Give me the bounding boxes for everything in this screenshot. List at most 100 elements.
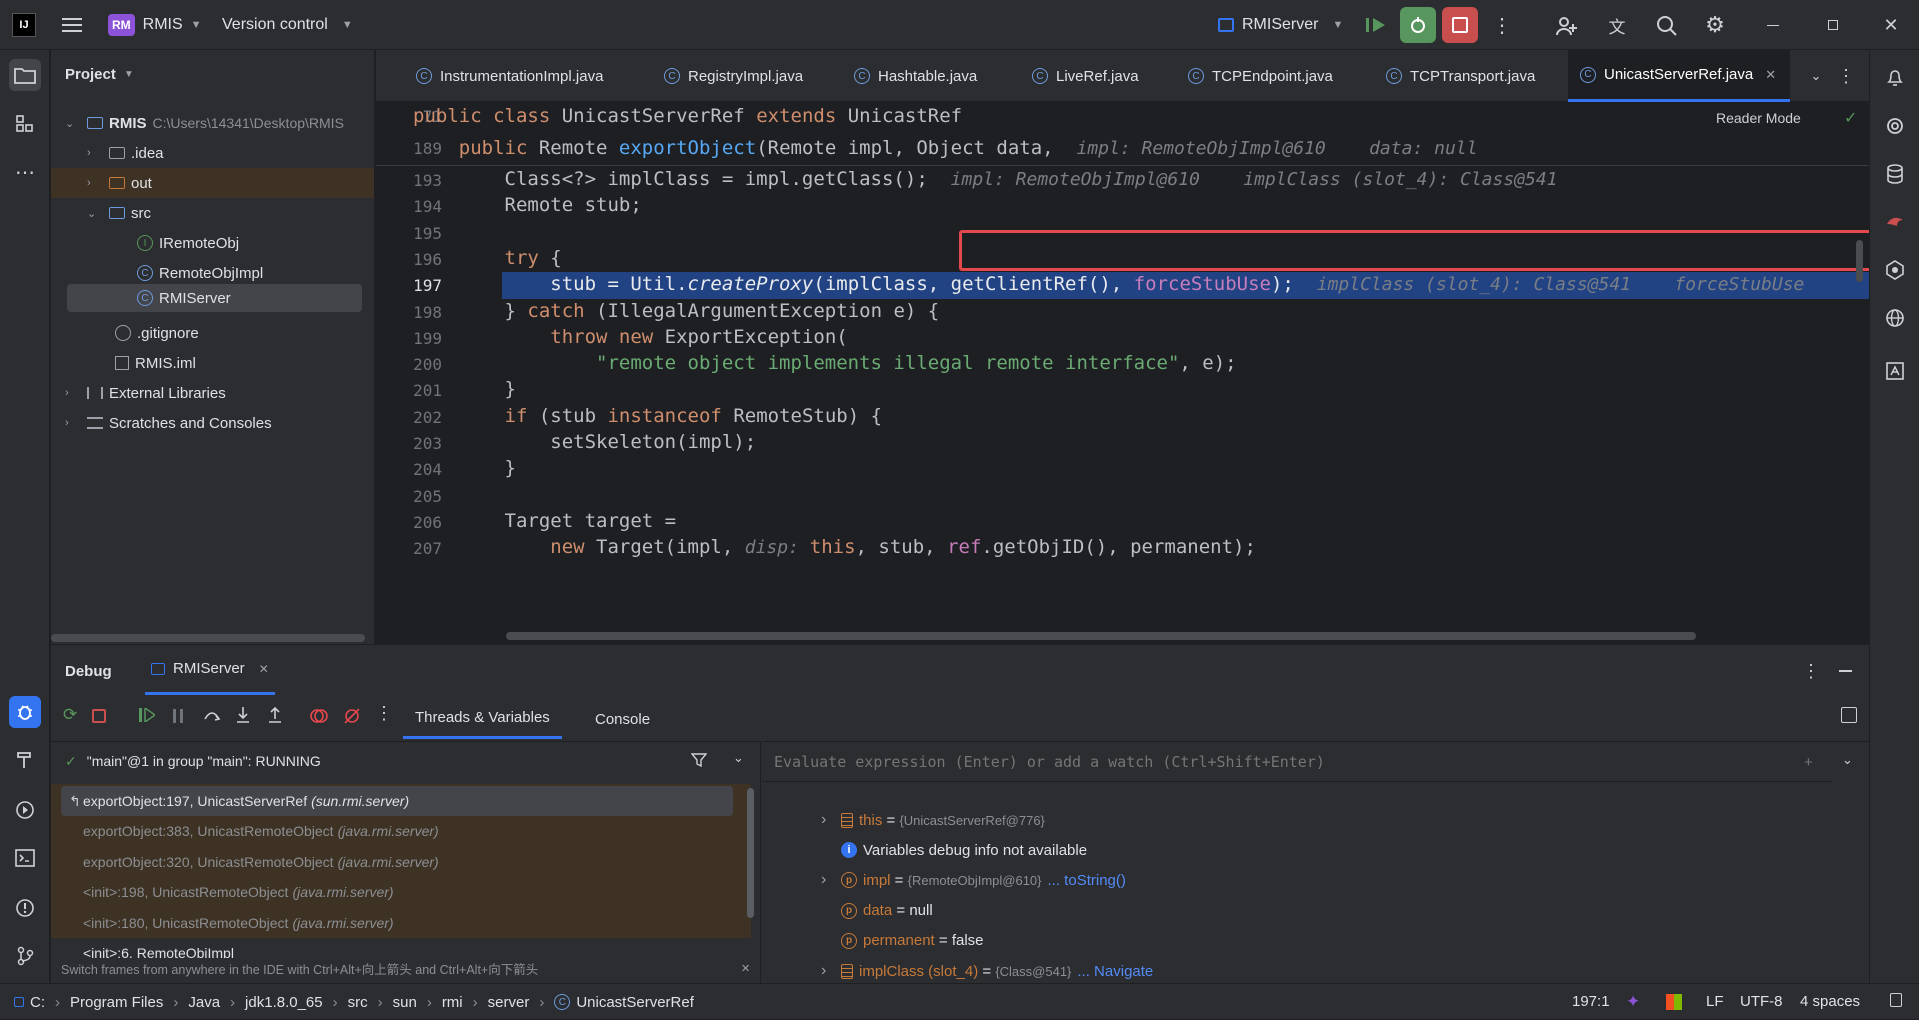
tab-unicastserverref[interactable]: C UnicastServerRef.java ✕: [1568, 50, 1790, 102]
close-tab-icon[interactable]: ✕: [1765, 67, 1776, 83]
tree-item-idea[interactable]: › .idea: [51, 138, 374, 168]
breadcrumb-item[interactable]: UnicastServerRef: [576, 994, 694, 1011]
restore-icon[interactable]: [1820, 12, 1846, 38]
plugin-hexagon-icon[interactable]: [1879, 254, 1911, 286]
tabs-more-icon[interactable]: ⋮: [1836, 64, 1856, 88]
layout-settings-icon[interactable]: [1841, 707, 1857, 723]
filter-icon[interactable]: [691, 752, 707, 768]
stack-frame[interactable]: ↰ exportObject:197, UnicastServerRef (sun…: [61, 786, 733, 816]
tab-tcpendpoint[interactable]: C TCPEndpoint.java: [1176, 50, 1345, 102]
breadcrumb-item[interactable]: Program Files: [70, 994, 163, 1011]
breadcrumb-item[interactable]: jdk1.8.0_65: [245, 994, 323, 1011]
intellij-logo-icon[interactable]: IJ: [12, 13, 36, 37]
debug-bug-icon[interactable]: [9, 696, 41, 728]
lock-icon[interactable]: [1890, 993, 1902, 1007]
evaluate-expression-input[interactable]: [762, 742, 1832, 782]
tree-item-iremoteobj[interactable]: I IRemoteObj: [51, 228, 374, 258]
hide-panel-icon[interactable]: [1835, 659, 1855, 683]
structure-icon[interactable]: [9, 108, 41, 140]
editor-horizontal-scrollbar[interactable]: [506, 632, 1696, 640]
caret-position[interactable]: 197:1: [1572, 993, 1610, 1010]
chevron-right-icon[interactable]: ›: [821, 962, 835, 980]
windows-logo-icon[interactable]: [1666, 994, 1682, 1010]
run-config-selector[interactable]: RMIServer ▼: [1218, 0, 1343, 50]
view-breakpoints-icon[interactable]: [310, 707, 328, 725]
search-icon[interactable]: [1654, 13, 1680, 39]
tree-item-out[interactable]: › out: [51, 168, 374, 198]
translate-icon[interactable]: 文: [1604, 12, 1630, 38]
mute-breakpoints-icon[interactable]: [343, 707, 361, 725]
reader-mode-button[interactable]: Reader Mode: [1716, 110, 1801, 126]
variable-row[interactable]: i Variables debug info not available: [821, 835, 1087, 865]
variable-row[interactable]: › implClass (slot_4) = {Class@541} ... Nav…: [821, 956, 1153, 986]
tab-registryimpl[interactable]: C RegistryImpl.java: [652, 50, 815, 102]
variable-row[interactable]: p permanent = false: [821, 926, 984, 956]
project-switcher[interactable]: RM RMIS ▼: [108, 0, 202, 50]
tree-item-scratches[interactable]: › Scratches and Consoles: [51, 408, 374, 438]
tab-threads-variables[interactable]: Threads & Variables: [403, 699, 562, 739]
resume-program-icon[interactable]: [139, 708, 155, 722]
main-menu-icon[interactable]: [60, 13, 84, 37]
stack-frame[interactable]: exportObject:320, UnicastRemoteObject (j…: [61, 847, 733, 877]
tree-item-rmiserver[interactable]: C RMIServer: [67, 284, 362, 312]
thread-selector[interactable]: ✓ "main"@1 in group "main": RUNNING: [65, 746, 321, 776]
frames-scrollbar[interactable]: [747, 788, 754, 918]
close-hint-icon[interactable]: ✕: [741, 962, 750, 975]
indent-setting[interactable]: 4 spaces: [1800, 993, 1860, 1010]
tabs-dropdown-icon[interactable]: ⌄: [1806, 66, 1826, 86]
chevron-right-icon[interactable]: ›: [821, 811, 835, 829]
debug-session-tab[interactable]: RMIServer ✕: [145, 645, 275, 695]
notifications-bell-icon[interactable]: [1879, 61, 1911, 93]
step-into-icon[interactable]: [235, 706, 251, 724]
close-session-icon[interactable]: ✕: [259, 662, 269, 676]
add-watch-icon[interactable]: +: [1804, 754, 1813, 771]
version-control-menu[interactable]: Version control ▼: [222, 0, 353, 50]
variable-link[interactable]: ... Navigate: [1077, 963, 1153, 980]
tree-item-rmis-iml[interactable]: RMIS.iml: [51, 348, 374, 378]
project-folder-icon[interactable]: [9, 59, 41, 91]
terminal-icon[interactable]: [9, 842, 41, 874]
services-icon[interactable]: [9, 794, 41, 826]
resume-icon[interactable]: [1362, 11, 1390, 39]
line-separator[interactable]: LF: [1706, 993, 1724, 1010]
debug-rerun-icon[interactable]: [1400, 7, 1436, 43]
tab-console[interactable]: Console: [583, 699, 662, 739]
chevron-right-icon[interactable]: ›: [821, 871, 835, 889]
git-branch-icon[interactable]: [9, 940, 41, 972]
plugin-status-icon[interactable]: ✦: [1626, 992, 1640, 1012]
close-window-icon[interactable]: ✕: [1878, 12, 1904, 38]
build-hammer-icon[interactable]: [9, 744, 41, 776]
variable-row[interactable]: › p impl = {RemoteObjImpl@610} ... toString…: [821, 865, 1126, 895]
chevron-down-icon[interactable]: ⌄: [1842, 752, 1853, 768]
tab-hashtable[interactable]: C Hashtable.java: [842, 50, 989, 102]
file-encoding[interactable]: UTF-8: [1740, 993, 1783, 1010]
ai-assistant-icon[interactable]: [1879, 110, 1911, 142]
stack-frame[interactable]: <init>:180, UnicastRemoteObject (java.rm…: [61, 908, 733, 938]
more-actions-icon[interactable]: ⋮: [1490, 13, 1514, 37]
tab-liveref[interactable]: C LiveRef.java: [1020, 50, 1151, 102]
debug-panel-more-icon[interactable]: ⋮: [1801, 659, 1821, 683]
stop-icon[interactable]: [1442, 7, 1478, 43]
stop-debug-icon[interactable]: [92, 709, 106, 723]
tree-item-rmis-root[interactable]: ⌄ RMIS C:\Users\14341\Desktop\RMIS: [51, 108, 374, 138]
stack-frame[interactable]: exportObject:383, UnicastRemoteObject (j…: [61, 816, 733, 846]
variable-link[interactable]: ... toString(): [1048, 872, 1126, 889]
toolbar-more-icon[interactable]: ⋮: [375, 703, 393, 724]
minimize-icon[interactable]: [1760, 12, 1786, 38]
tree-item-gitignore[interactable]: .gitignore: [51, 318, 374, 348]
editor-vertical-scrollbar[interactable]: [1856, 240, 1863, 282]
project-horizontal-scrollbar[interactable]: [51, 634, 365, 642]
tab-tcptransport[interactable]: C TCPTransport.java: [1374, 50, 1547, 102]
breadcrumb-item[interactable]: C:: [30, 994, 45, 1011]
settings-gear-icon[interactable]: ⚙: [1702, 12, 1728, 38]
variable-row[interactable]: › this = {UnicastServerRef@776}: [821, 805, 1045, 835]
breadcrumb-item[interactable]: src: [348, 994, 368, 1011]
tree-item-src[interactable]: ⌄ src: [51, 198, 374, 228]
tree-item-external-libraries[interactable]: › External Libraries: [51, 378, 374, 408]
tab-instrumentationimpl[interactable]: C InstrumentationImpl.java: [404, 50, 615, 102]
more-tools-icon[interactable]: ⋯: [9, 156, 41, 188]
variable-row[interactable]: p data = null: [821, 896, 933, 926]
breadcrumb-item[interactable]: sun: [393, 994, 417, 1011]
project-panel-header[interactable]: Project ▼: [65, 66, 134, 83]
step-over-icon[interactable]: [203, 707, 221, 723]
